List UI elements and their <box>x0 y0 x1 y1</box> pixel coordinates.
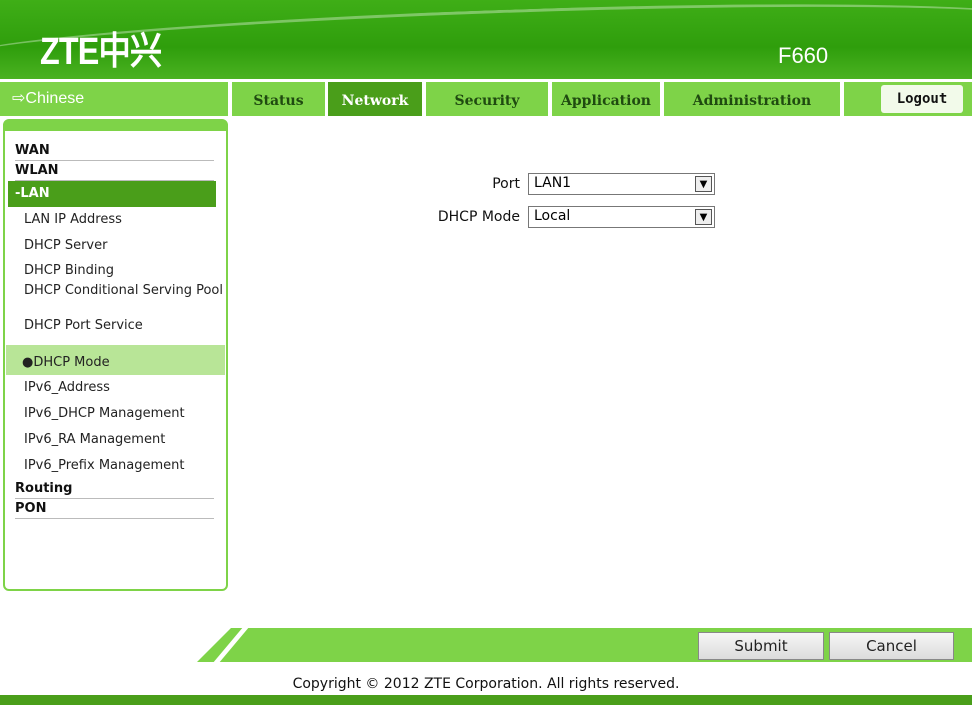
port-select-value: LAN1 <box>534 175 572 191</box>
tab-network[interactable]: Network <box>328 82 422 116</box>
sidebar-item-wlan[interactable]: WLAN <box>15 161 214 181</box>
tab-status[interactable]: Status <box>232 82 325 116</box>
tab-administration[interactable]: Administration <box>664 82 840 116</box>
sidebar-item-routing[interactable]: Routing <box>15 479 214 499</box>
sidebar-menu: WAN WLAN -LAN LAN IP Address DHCP Server… <box>3 119 228 591</box>
dhcp-mode-label: DHCP Mode <box>437 209 520 225</box>
sidebar-sub-ipv6-ra-management[interactable]: IPv6_RA Management <box>5 427 226 453</box>
chevron-down-icon[interactable]: ▼ <box>695 176 712 192</box>
port-select[interactable]: LAN1 ▼ <box>528 173 715 195</box>
tab-security[interactable]: Security <box>426 82 548 116</box>
logout-button[interactable]: Logout <box>881 85 963 113</box>
submit-button[interactable]: Submit <box>698 632 824 660</box>
dhcp-mode-select[interactable]: Local ▼ <box>528 206 715 228</box>
sidebar-sub-dhcp-server[interactable]: DHCP Server <box>5 233 226 259</box>
tab-application[interactable]: Application <box>552 82 660 116</box>
sidebar-sub-lan-ip-address[interactable]: LAN IP Address <box>5 207 226 233</box>
header-banner: ZTE中兴 F660 <box>0 0 972 79</box>
chevron-down-icon[interactable]: ▼ <box>695 209 712 225</box>
cancel-button[interactable]: Cancel <box>829 632 954 660</box>
zte-logo: ZTE中兴 <box>40 31 162 73</box>
sidebar-sub-dhcp-port-service[interactable]: DHCP Port Service <box>5 313 226 339</box>
sidebar-sub-ipv6-prefix-management[interactable]: IPv6_Prefix Management <box>5 453 226 479</box>
dhcp-mode-select-value: Local <box>534 208 571 224</box>
model-name: F660 <box>778 43 829 68</box>
sidebar-item-wan[interactable]: WAN <box>15 141 214 161</box>
sidebar-sub-dhcp-conditional-pool[interactable]: DHCP Conditional Serving Pool <box>5 281 226 313</box>
language-link-chinese[interactable]: ⇨Chinese <box>0 82 228 116</box>
bottom-bar <box>0 695 972 705</box>
copyright-text: Copyright © 2012 ZTE Corporation. All ri… <box>292 676 680 692</box>
sidebar-sub-dhcp-mode[interactable]: ●DHCP Mode <box>6 345 225 375</box>
sidebar-item-lan[interactable]: -LAN <box>8 181 216 207</box>
sidebar-sub-ipv6-address[interactable]: IPv6_Address <box>5 375 226 401</box>
port-label: Port <box>492 176 520 192</box>
sidebar-sub-dhcp-binding[interactable]: DHCP Binding <box>5 259 226 281</box>
sidebar-sub-ipv6-dhcp-management[interactable]: IPv6_DHCP Management <box>5 401 226 427</box>
sidebar-item-pon[interactable]: PON <box>15 499 214 519</box>
